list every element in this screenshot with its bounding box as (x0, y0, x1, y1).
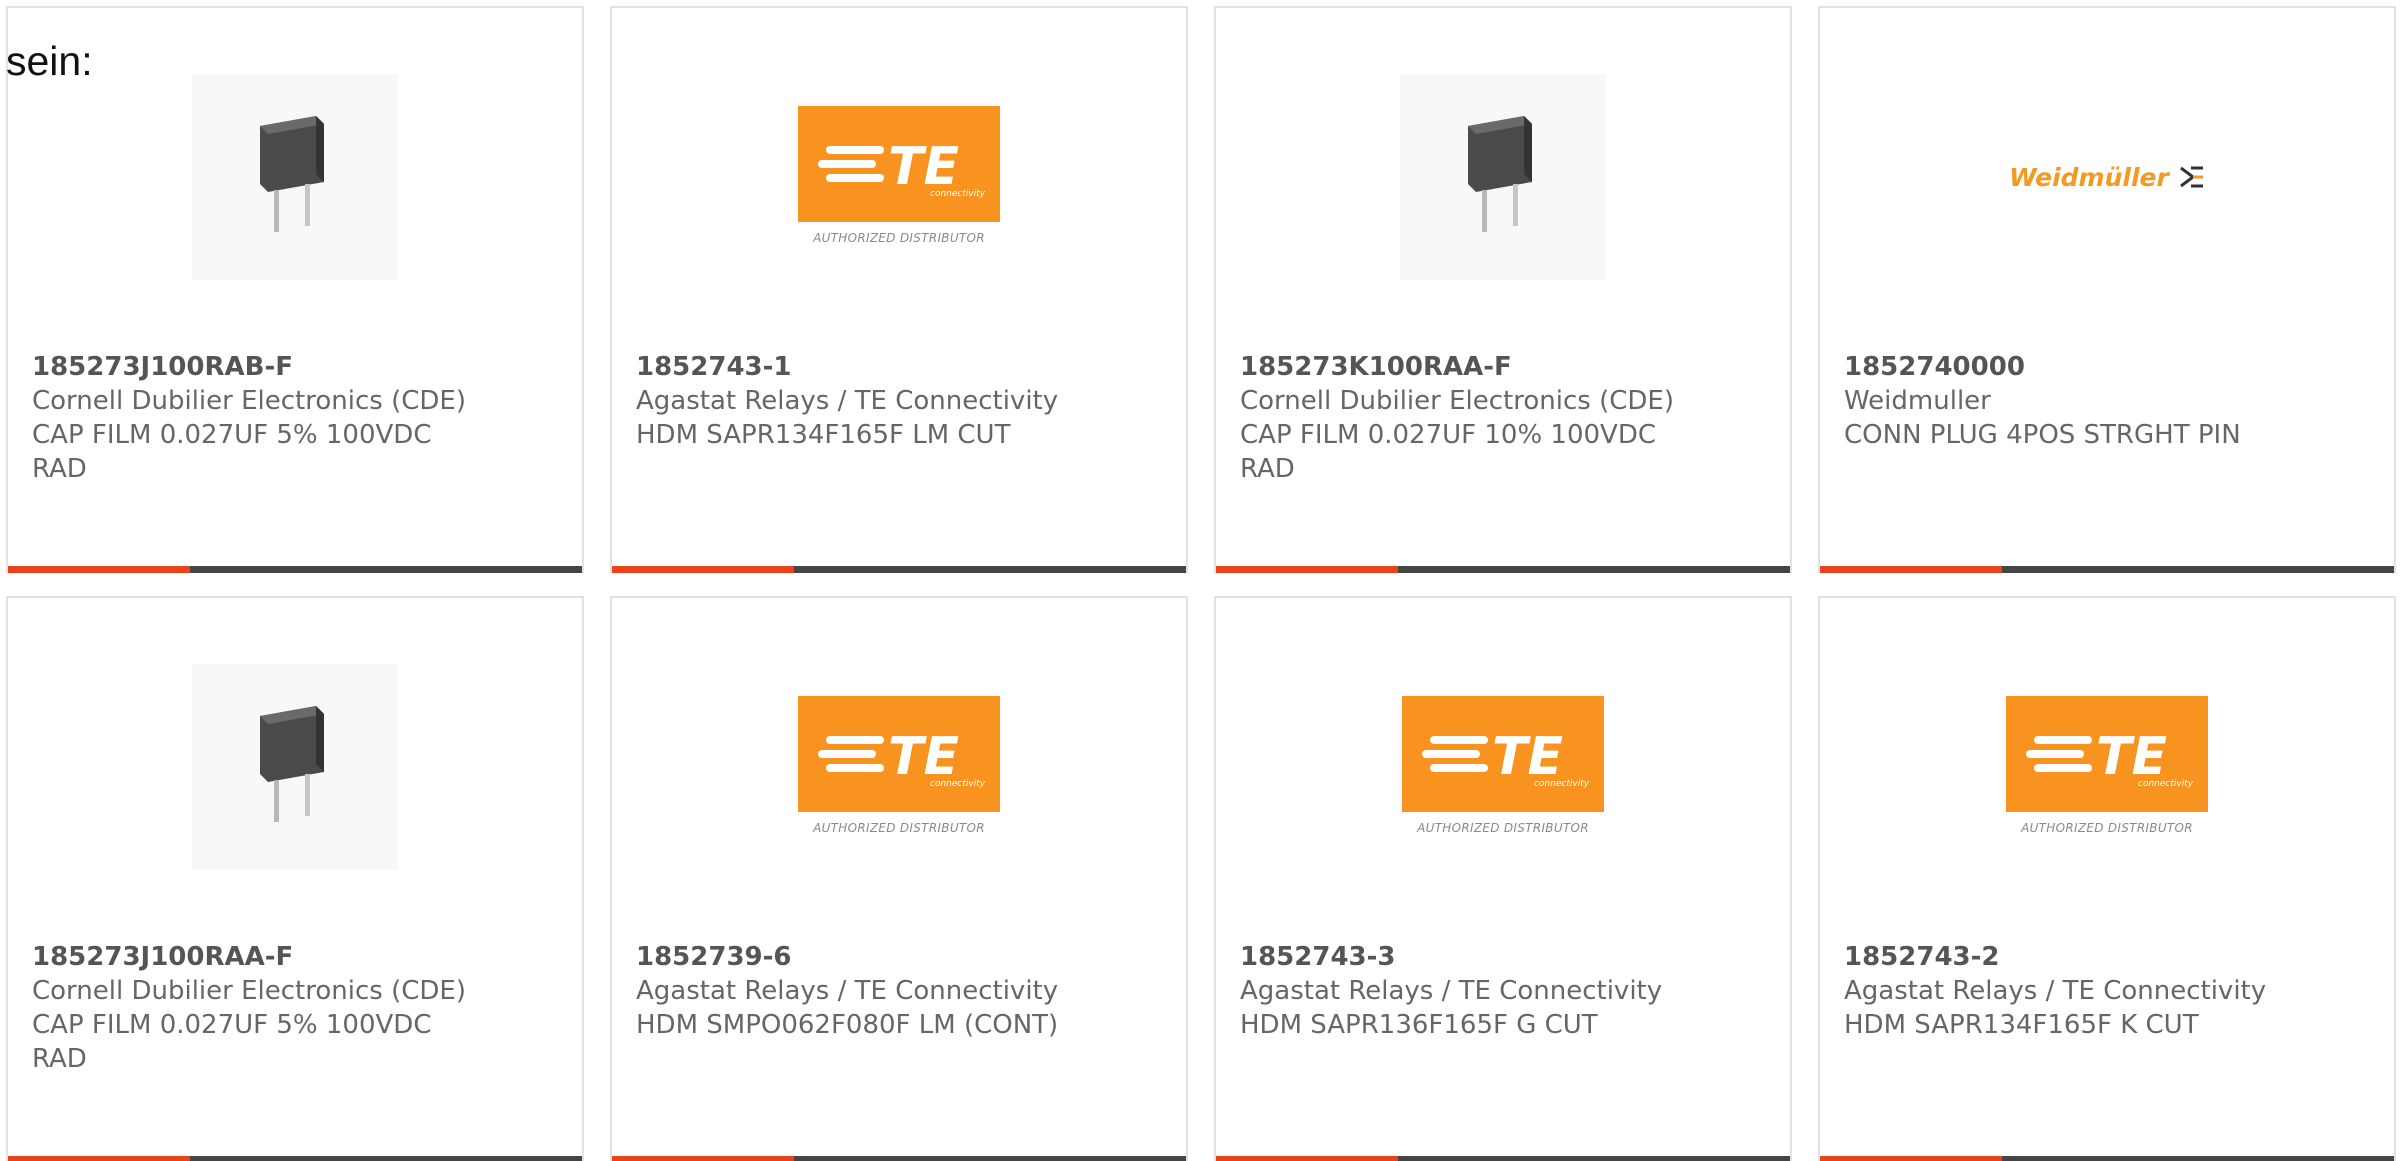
product-image (1216, 72, 1790, 282)
part-number-link[interactable]: 1852740000 (1844, 350, 2364, 384)
capacitor-photo (1400, 74, 1606, 280)
logo-caption: AUTHORIZED DISTRIBUTOR (813, 231, 985, 245)
manufacturer: Cornell Dubilier Electronics (CDE) (32, 386, 466, 416)
product-info: 1852740000 Weidmuller CONN PLUG 4POS STR… (1844, 350, 2364, 452)
description: CAP FILM 0.027UF 10% 100VDC RAD (1240, 420, 1657, 484)
part-number-link[interactable]: 1852743-1 (636, 350, 1156, 384)
product-grid: 185273J100RAB-F Cornell Dubilier Electro… (6, 6, 2400, 1161)
capacitor-photo (192, 664, 398, 870)
weidmuller-mark-icon (2179, 166, 2203, 188)
te-connectivity-logo: TE connectivity AUTHORIZED DISTRIBUTOR (798, 696, 1000, 838)
description: HDM SAPR136F165F G CUT (1240, 1010, 1598, 1040)
product-image: TE connectivity AUTHORIZED DISTRIBUTOR (1216, 662, 1790, 872)
svg-text:TE: TE (2096, 727, 2167, 787)
product-image: TE connectivity AUTHORIZED DISTRIBUTOR (1820, 662, 2394, 872)
description: HDM SAPR134F165F K CUT (1844, 1010, 2199, 1040)
card-footer-bar (8, 566, 582, 573)
card-accent (1216, 1156, 1398, 1161)
product-info: 1852743-3 Agastat Relays / TE Connectivi… (1240, 940, 1760, 1042)
description: CAP FILM 0.027UF 5% 100VDC RAD (32, 420, 432, 484)
product-card[interactable]: TE connectivity AUTHORIZED DISTRIBUTOR 1… (1214, 596, 1792, 1161)
description: HDM SMPO062F080F LM (CONT) (636, 1010, 1059, 1040)
product-card[interactable]: 185273J100RAA-F Cornell Dubilier Electro… (6, 596, 584, 1161)
card-footer-bar (1820, 566, 2394, 573)
svg-text:connectivity: connectivity (930, 779, 986, 789)
svg-text:TE: TE (888, 727, 959, 787)
card-footer-bar (612, 1156, 1186, 1161)
description: CONN PLUG 4POS STRGHT PIN (1844, 420, 2241, 450)
manufacturer: Cornell Dubilier Electronics (CDE) (1240, 386, 1674, 416)
manufacturer: Agastat Relays / TE Connectivity (636, 386, 1059, 416)
svg-text:TE: TE (888, 137, 959, 197)
svg-text:connectivity: connectivity (930, 189, 986, 199)
svg-text:TE: TE (1492, 727, 1563, 787)
card-footer-bar (612, 566, 1186, 573)
card-accent (8, 566, 190, 573)
logo-caption: AUTHORIZED DISTRIBUTOR (1417, 821, 1589, 835)
card-accent (1820, 566, 2002, 573)
te-connectivity-logo: TE connectivity AUTHORIZED DISTRIBUTOR (2006, 696, 2208, 838)
product-info: 185273J100RAB-F Cornell Dubilier Electro… (32, 350, 552, 486)
capacitor-photo (192, 74, 398, 280)
product-image: Weidmüller (1820, 72, 2394, 282)
logo-caption: AUTHORIZED DISTRIBUTOR (813, 821, 985, 835)
intro-text: sein: (6, 38, 93, 84)
card-accent (8, 1156, 190, 1161)
te-connectivity-logo: TE connectivity AUTHORIZED DISTRIBUTOR (798, 106, 1000, 248)
card-accent (612, 566, 794, 573)
product-image: TE connectivity AUTHORIZED DISTRIBUTOR (612, 72, 1186, 282)
logo-text: Weidmüller (2009, 162, 2169, 192)
svg-text:connectivity: connectivity (1534, 779, 1590, 789)
manufacturer: Agastat Relays / TE Connectivity (1844, 976, 2267, 1006)
product-info: 185273K100RAA-F Cornell Dubilier Electro… (1240, 350, 1760, 486)
svg-text:connectivity: connectivity (2138, 779, 2194, 789)
manufacturer: Cornell Dubilier Electronics (CDE) (32, 976, 466, 1006)
product-card[interactable]: TE connectivity AUTHORIZED DISTRIBUTOR 1… (610, 6, 1188, 573)
product-info: 1852743-1 Agastat Relays / TE Connectivi… (636, 350, 1156, 452)
card-footer-bar (1820, 1156, 2394, 1161)
part-number-link[interactable]: 185273J100RAA-F (32, 940, 552, 974)
logo-caption: AUTHORIZED DISTRIBUTOR (2021, 821, 2193, 835)
manufacturer: Agastat Relays / TE Connectivity (1240, 976, 1663, 1006)
product-card[interactable]: 185273J100RAB-F Cornell Dubilier Electro… (6, 6, 584, 573)
product-info: 1852739-6 Agastat Relays / TE Connectivi… (636, 940, 1156, 1042)
product-info: 1852743-2 Agastat Relays / TE Connectivi… (1844, 940, 2364, 1042)
card-footer-bar (8, 1156, 582, 1161)
part-number-link[interactable]: 1852743-3 (1240, 940, 1760, 974)
part-number-link[interactable]: 185273J100RAB-F (32, 350, 552, 384)
product-card[interactable]: TE connectivity AUTHORIZED DISTRIBUTOR 1… (1818, 596, 2396, 1161)
product-image: TE connectivity AUTHORIZED DISTRIBUTOR (612, 662, 1186, 872)
card-accent (1820, 1156, 2002, 1161)
product-image (8, 662, 582, 872)
part-number-link[interactable]: 1852743-2 (1844, 940, 2364, 974)
part-number-link[interactable]: 1852739-6 (636, 940, 1156, 974)
weidmuller-logo: Weidmüller (2009, 163, 2205, 192)
card-footer-bar (1216, 566, 1790, 573)
description: HDM SAPR134F165F LM CUT (636, 420, 1011, 450)
product-image (8, 72, 582, 282)
part-number-link[interactable]: 185273K100RAA-F (1240, 350, 1760, 384)
description: CAP FILM 0.027UF 5% 100VDC RAD (32, 1010, 432, 1074)
card-accent (1216, 566, 1398, 573)
manufacturer: Weidmuller (1844, 386, 1991, 416)
product-card[interactable]: Weidmüller 1852740000 Weidmuller CONN PL… (1818, 6, 2396, 573)
page: sein: 185273J100RAB-F Cornell Dubilier E… (0, 0, 2400, 1161)
card-footer-bar (1216, 1156, 1790, 1161)
manufacturer: Agastat Relays / TE Connectivity (636, 976, 1059, 1006)
product-info: 185273J100RAA-F Cornell Dubilier Electro… (32, 940, 552, 1076)
card-accent (612, 1156, 794, 1161)
te-connectivity-logo: TE connectivity AUTHORIZED DISTRIBUTOR (1402, 696, 1604, 838)
product-card[interactable]: 185273K100RAA-F Cornell Dubilier Electro… (1214, 6, 1792, 573)
product-card[interactable]: TE connectivity AUTHORIZED DISTRIBUTOR 1… (610, 596, 1188, 1161)
